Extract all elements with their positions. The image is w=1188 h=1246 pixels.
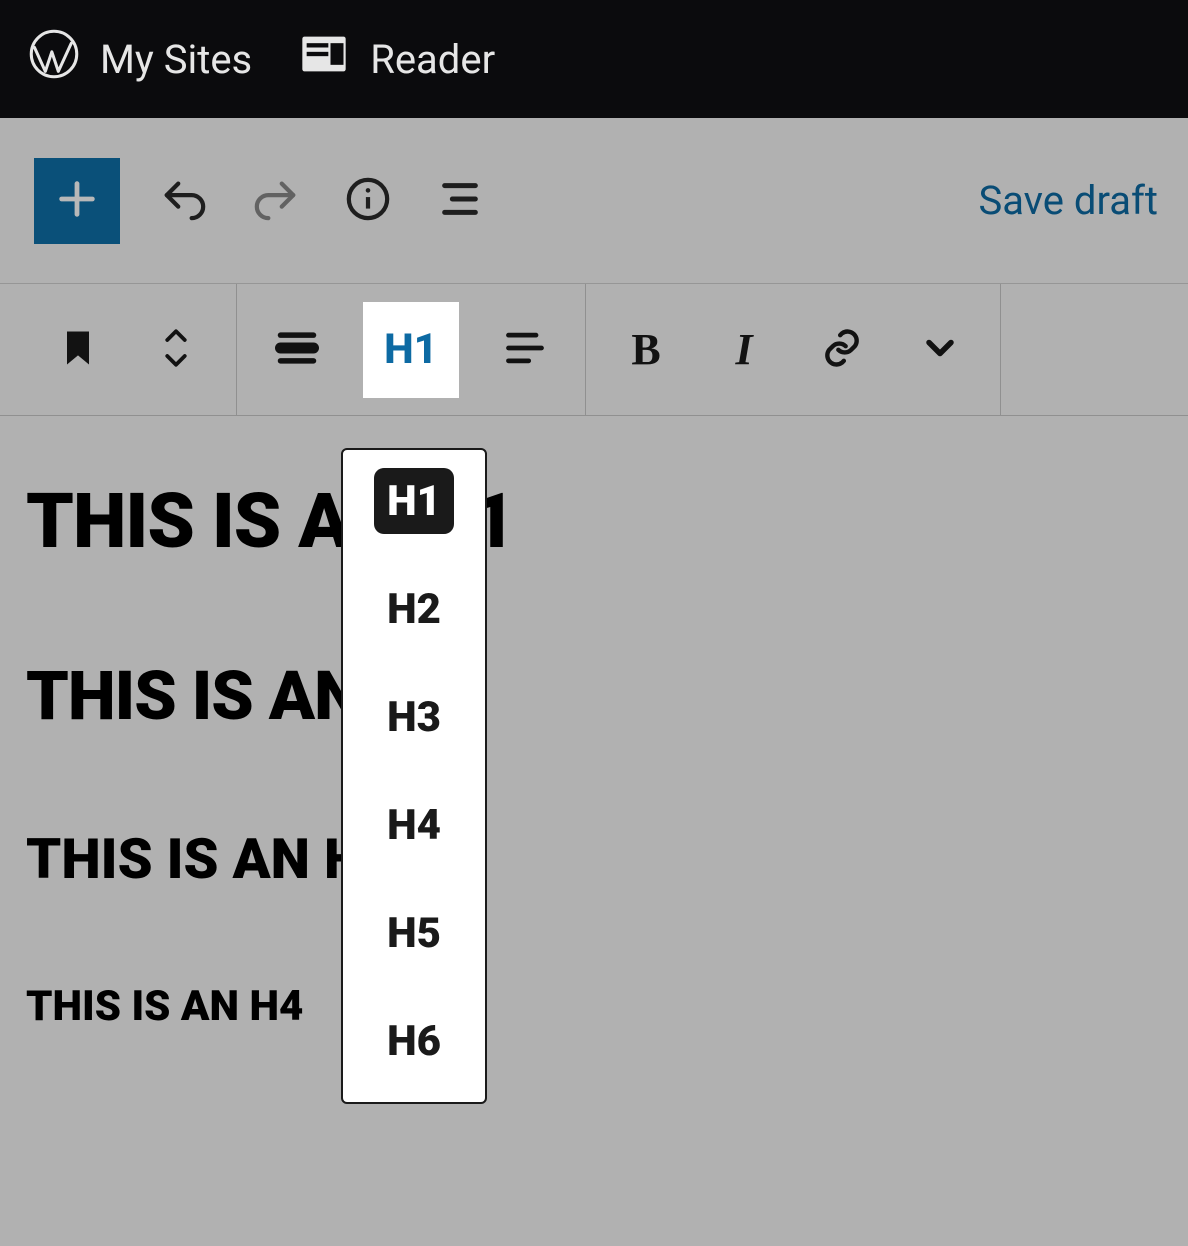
add-block-button[interactable] [34, 158, 120, 244]
chevron-up-icon [161, 325, 191, 349]
heading-level-button[interactable]: H1 [363, 302, 459, 398]
heading-option-h4[interactable]: H4 [374, 792, 454, 858]
heading-level-dropdown: H1 H2 H3 H4 H5 H6 [341, 448, 487, 1104]
undo-button[interactable] [156, 173, 212, 229]
heading-h4[interactable]: THIS IS AN H4 [26, 982, 1162, 1031]
chevron-down-icon [918, 326, 962, 374]
heading-level-label: H1 [384, 325, 438, 374]
block-type-button[interactable] [46, 318, 110, 382]
bookmark-icon [56, 326, 100, 374]
wp-admin-bar: My Sites Reader [0, 0, 1188, 118]
heading-option-h2[interactable]: H2 [374, 576, 454, 642]
heading-option-h5[interactable]: H5 [374, 900, 454, 966]
heading-h2[interactable]: THIS IS AN H2 [26, 656, 1162, 736]
save-draft-label: Save draft [978, 177, 1158, 224]
outline-button[interactable] [432, 173, 488, 229]
redo-icon [253, 176, 299, 226]
bold-button[interactable]: B [614, 318, 678, 382]
chevron-down-icon [161, 351, 191, 375]
align-icon [275, 326, 319, 374]
text-align-button[interactable] [493, 318, 557, 382]
link-button[interactable] [810, 318, 874, 382]
block-toolbar: H1 B I [0, 284, 1188, 416]
redo-button[interactable] [248, 173, 304, 229]
heading-option-h3[interactable]: H3 [374, 684, 454, 750]
admin-bar-my-sites[interactable]: My Sites [28, 28, 252, 90]
italic-button[interactable]: I [712, 318, 776, 382]
save-draft-button[interactable]: Save draft [978, 177, 1158, 224]
outline-icon [437, 176, 483, 226]
move-block-buttons[interactable] [144, 318, 208, 382]
editor-canvas[interactable]: THIS IS AN H1 THIS IS AN H2 THIS IS AN H… [0, 416, 1188, 1091]
reader-icon [298, 28, 350, 90]
heading-option-h6[interactable]: H6 [374, 1008, 454, 1074]
info-icon [345, 176, 391, 226]
bold-icon: B [631, 324, 660, 375]
plus-icon [54, 176, 100, 226]
more-formatting-button[interactable] [908, 318, 972, 382]
align-button[interactable] [265, 318, 329, 382]
heading-h1[interactable]: THIS IS AN H1 [26, 476, 1162, 566]
wordpress-logo-icon [28, 28, 80, 90]
admin-bar-reader[interactable]: Reader [298, 28, 495, 90]
admin-bar-reader-label: Reader [370, 36, 495, 83]
italic-icon: I [735, 324, 752, 375]
admin-bar-my-sites-label: My Sites [100, 36, 252, 83]
editor-top-toolbar: Save draft [0, 118, 1188, 284]
heading-h3[interactable]: THIS IS AN H3 [26, 826, 1162, 892]
heading-option-h1[interactable]: H1 [374, 468, 454, 534]
link-icon [820, 326, 864, 374]
text-align-left-icon [503, 326, 547, 374]
editor-area: Save draft H1 [0, 118, 1188, 1246]
undo-icon [161, 176, 207, 226]
details-button[interactable] [340, 173, 396, 229]
